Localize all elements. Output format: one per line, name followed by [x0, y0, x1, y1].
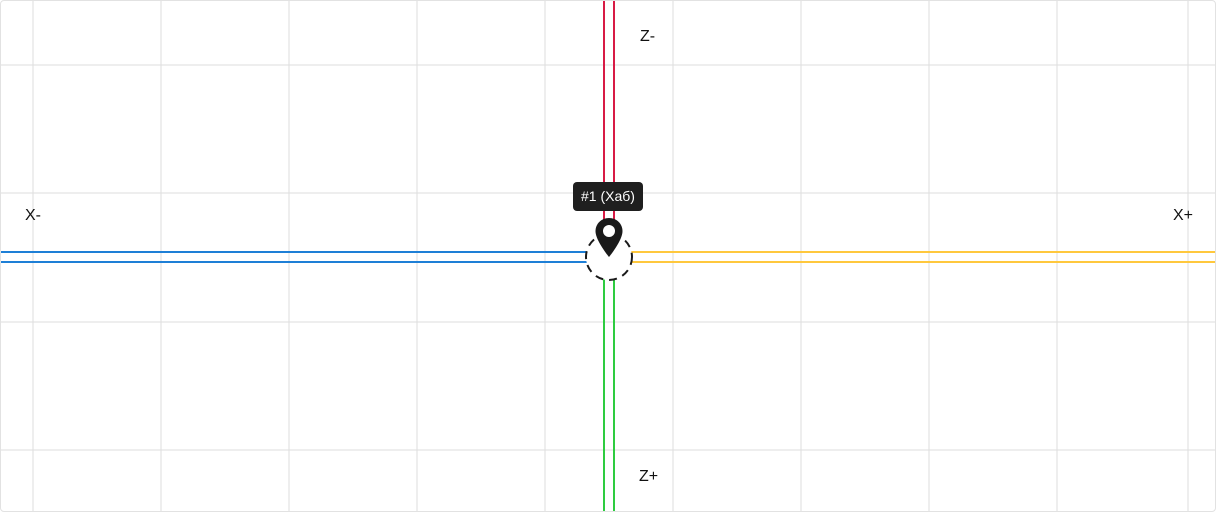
road-x-plus: [629, 251, 1215, 263]
road-z-plus: [603, 273, 615, 511]
road-x-minus: [1, 251, 591, 263]
hub-tooltip: #1 (Хаб): [573, 182, 643, 211]
map-canvas[interactable]: Z- Z+ X- X+ #1 (Хаб): [0, 0, 1216, 512]
hub-marker[interactable]: [592, 216, 626, 260]
axis-label-x-plus: X+: [1173, 207, 1194, 224]
axis-label-z-plus: Z+: [639, 468, 659, 485]
axis-label-z-minus: Z-: [640, 28, 656, 45]
map-pin-icon: [595, 218, 623, 257]
axis-label-x-minus: X-: [25, 207, 41, 224]
